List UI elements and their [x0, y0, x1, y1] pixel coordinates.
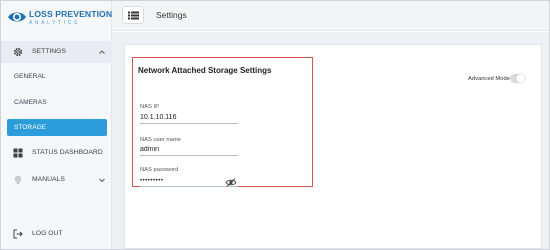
nas-password-label: NAS password — [140, 167, 179, 173]
card-title: Network Attached Storage Settings — [138, 66, 272, 75]
page-title: Settings — [156, 10, 187, 20]
logo-title: LOSS PREVENTION — [29, 9, 113, 19]
main-content: Network Attached Storage Settings Advanc… — [112, 32, 549, 249]
eye-logo-icon — [8, 12, 26, 22]
logo: LOSS PREVENTION ANALYTICS — [7, 9, 113, 29]
sidebar: LOSS PREVENTION ANALYTICS SETTINGS GENER… — [1, 1, 112, 249]
top-bar: Settings — [112, 1, 549, 31]
sidebar-item-status-dashboard[interactable]: STATUS DASHBOARD — [1, 143, 112, 163]
sidebar-item-label: LOG OUT — [32, 230, 63, 237]
gear-icon — [13, 47, 23, 57]
sidebar-item-storage[interactable]: STORAGE — [7, 119, 107, 136]
advanced-mode-label: Advanced Mode — [468, 76, 510, 82]
eye-slash-icon[interactable] — [225, 178, 237, 187]
nas-user-input[interactable] — [140, 144, 238, 156]
nas-password-input[interactable] — [140, 175, 238, 187]
list-menu-icon — [128, 11, 139, 20]
menu-toggle-button[interactable] — [122, 6, 144, 24]
dashboard-grid-icon — [13, 148, 23, 158]
sidebar-item-settings[interactable]: SETTINGS — [1, 41, 112, 63]
sidebar-item-label: STATUS DASHBOARD — [32, 149, 103, 156]
chevron-down-icon[interactable] — [98, 176, 106, 184]
sidebar-item-logout[interactable]: LOG OUT — [1, 224, 112, 244]
lightbulb-icon — [14, 175, 22, 185]
nas-settings-card: Network Attached Storage Settings Advanc… — [124, 44, 542, 249]
logout-icon — [13, 229, 23, 239]
sidebar-item-manuals[interactable]: MANUALS — [1, 170, 112, 190]
nas-ip-label: NAS IP — [140, 104, 160, 110]
sidebar-item-label: STORAGE — [14, 124, 47, 131]
chevron-up-icon[interactable] — [98, 48, 106, 56]
nas-user-label: NAS user name — [140, 137, 181, 143]
logo-subtitle: ANALYTICS — [29, 20, 80, 26]
nas-ip-input[interactable] — [140, 112, 238, 124]
advanced-mode-toggle[interactable] — [510, 74, 525, 83]
sidebar-item-general[interactable]: GENERAL — [14, 73, 46, 80]
sidebar-item-cameras[interactable]: CAMERAS — [14, 99, 47, 106]
sidebar-item-label: SETTINGS — [32, 48, 66, 55]
sidebar-item-label: MANUALS — [32, 176, 65, 183]
